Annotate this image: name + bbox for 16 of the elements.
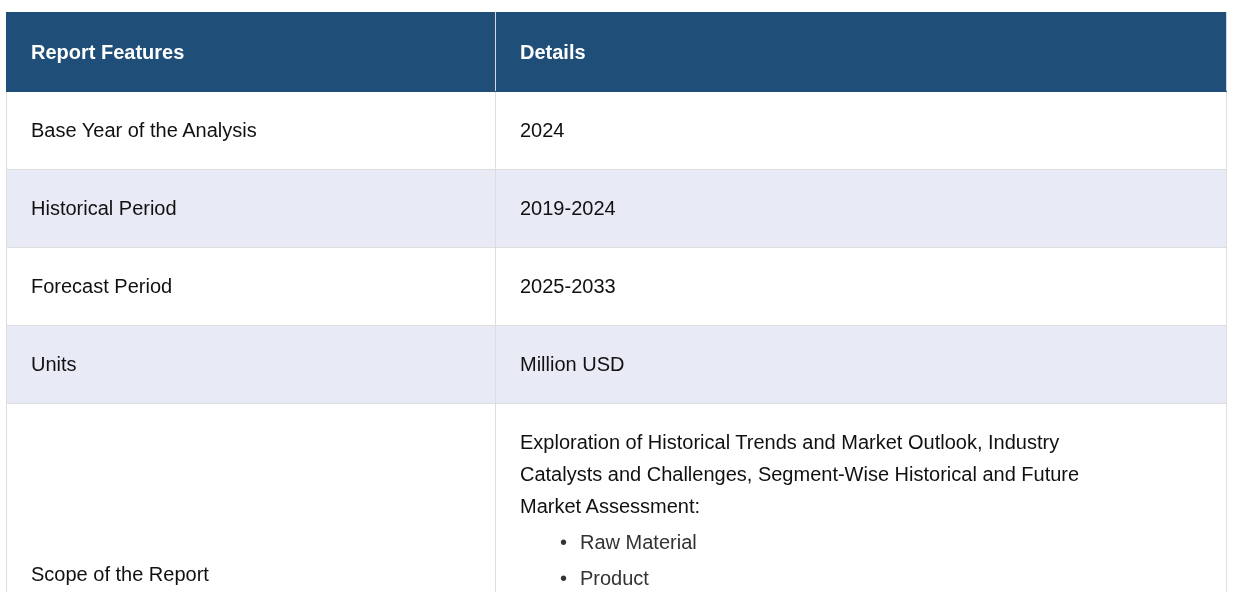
table-cell: 2025-2033: [495, 247, 1227, 326]
list-item: Raw Material: [580, 530, 697, 555]
list-bullet: •: [560, 530, 568, 555]
column-header: Report Features: [6, 12, 496, 92]
list-item: Product: [580, 566, 649, 591]
table-cell: Scope of the Report: [6, 403, 496, 592]
table-cell: Forecast Period: [6, 247, 496, 326]
column-header: Details: [495, 12, 1227, 92]
table-cell: 2019-2024: [495, 169, 1227, 248]
table-cell: 2024: [495, 91, 1227, 170]
cell-text: Exploration of Historical Trends and Market Outlook, Industry Catalysts and Challenges, Segment-Wise Historical and Future Market Assessment:: [520, 430, 1081, 519]
table-cell: Million USD: [495, 325, 1227, 404]
list-bullet: •: [560, 566, 568, 591]
table-cell: Base Year of the Analysis: [6, 91, 496, 170]
table-cell: Units: [6, 325, 496, 404]
table-cell: Historical Period: [6, 169, 496, 248]
